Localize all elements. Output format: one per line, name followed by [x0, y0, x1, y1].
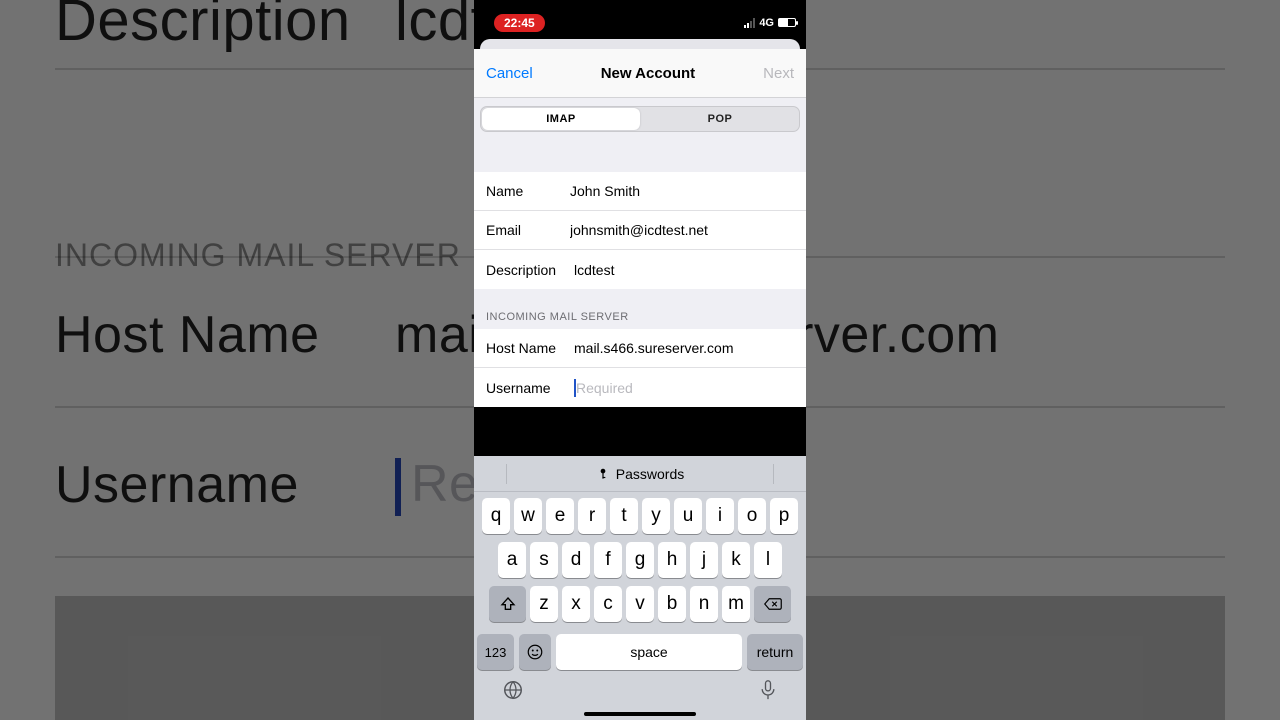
status-time: 22:45: [494, 14, 545, 32]
next-button[interactable]: Next: [763, 65, 794, 82]
globe-icon[interactable]: [502, 679, 524, 701]
key-p[interactable]: p: [770, 498, 798, 534]
backspace-key[interactable]: [754, 586, 791, 622]
email-field[interactable]: [570, 222, 794, 238]
keyboard-row-2: asdfghjkl: [477, 542, 803, 578]
name-field[interactable]: [570, 183, 794, 199]
key-f[interactable]: f: [594, 542, 622, 578]
hostname-field[interactable]: [574, 340, 794, 356]
key-l[interactable]: l: [754, 542, 782, 578]
network-label: 4G: [759, 17, 774, 29]
page-title: New Account: [601, 65, 695, 82]
keyboard-row-3: zxcvbnm: [477, 586, 803, 622]
space-key[interactable]: space: [556, 634, 742, 670]
key-h[interactable]: h: [658, 542, 686, 578]
key-m[interactable]: m: [722, 586, 750, 622]
key-i[interactable]: i: [706, 498, 734, 534]
key-y[interactable]: y: [642, 498, 670, 534]
status-bar: 22:45 4G: [474, 0, 806, 39]
key-c[interactable]: c: [594, 586, 622, 622]
username-label: Username: [486, 380, 574, 396]
key-k[interactable]: k: [722, 542, 750, 578]
battery-icon: [778, 18, 796, 27]
key-w[interactable]: w: [514, 498, 542, 534]
sheet-grabber: [480, 39, 800, 49]
username-field[interactable]: [576, 380, 794, 396]
return-key[interactable]: return: [747, 634, 803, 670]
key-z[interactable]: z: [530, 586, 558, 622]
key-v[interactable]: v: [626, 586, 654, 622]
key-s[interactable]: s: [530, 542, 558, 578]
account-info-group: Name Email Description: [474, 172, 806, 289]
numbers-key[interactable]: 123: [477, 634, 514, 670]
key-d[interactable]: d: [562, 542, 590, 578]
key-t[interactable]: t: [610, 498, 638, 534]
emoji-key[interactable]: [519, 634, 551, 670]
key-x[interactable]: x: [562, 586, 590, 622]
key-r[interactable]: r: [578, 498, 606, 534]
key-a[interactable]: a: [498, 542, 526, 578]
phone-frame: 22:45 4G Cancel New Account Next IMAP PO…: [474, 0, 806, 720]
key-icon: [596, 467, 610, 481]
signal-icon: [744, 18, 755, 28]
cancel-button[interactable]: Cancel: [486, 65, 533, 82]
nav-bar: Cancel New Account Next: [474, 49, 806, 98]
segment-pop[interactable]: POP: [641, 107, 799, 131]
description-label: Description: [486, 262, 574, 278]
key-b[interactable]: b: [658, 586, 686, 622]
key-o[interactable]: o: [738, 498, 766, 534]
home-indicator[interactable]: [584, 712, 696, 716]
key-g[interactable]: g: [626, 542, 654, 578]
key-u[interactable]: u: [674, 498, 702, 534]
incoming-server-group: Host Name Username: [474, 329, 806, 407]
keyboard-suggestion-bar[interactable]: Passwords: [474, 456, 806, 492]
shift-key[interactable]: [489, 586, 526, 622]
keyboard-row-1: qwertyuiop: [477, 498, 803, 534]
segment-imap[interactable]: IMAP: [482, 108, 640, 130]
protocol-segmented-control: IMAP POP: [480, 106, 800, 132]
name-label: Name: [486, 183, 570, 199]
passwords-suggestion: Passwords: [616, 466, 684, 482]
key-n[interactable]: n: [690, 586, 718, 622]
key-j[interactable]: j: [690, 542, 718, 578]
description-field[interactable]: [574, 262, 794, 278]
email-label: Email: [486, 222, 570, 238]
key-e[interactable]: e: [546, 498, 574, 534]
dictation-icon[interactable]: [758, 679, 778, 701]
incoming-section-header: INCOMING MAIL SERVER: [474, 289, 806, 329]
key-q[interactable]: q: [482, 498, 510, 534]
keyboard: Passwords qwertyuiop asdfghjkl zxcvbnm 1…: [474, 456, 806, 720]
hostname-label: Host Name: [486, 340, 574, 356]
